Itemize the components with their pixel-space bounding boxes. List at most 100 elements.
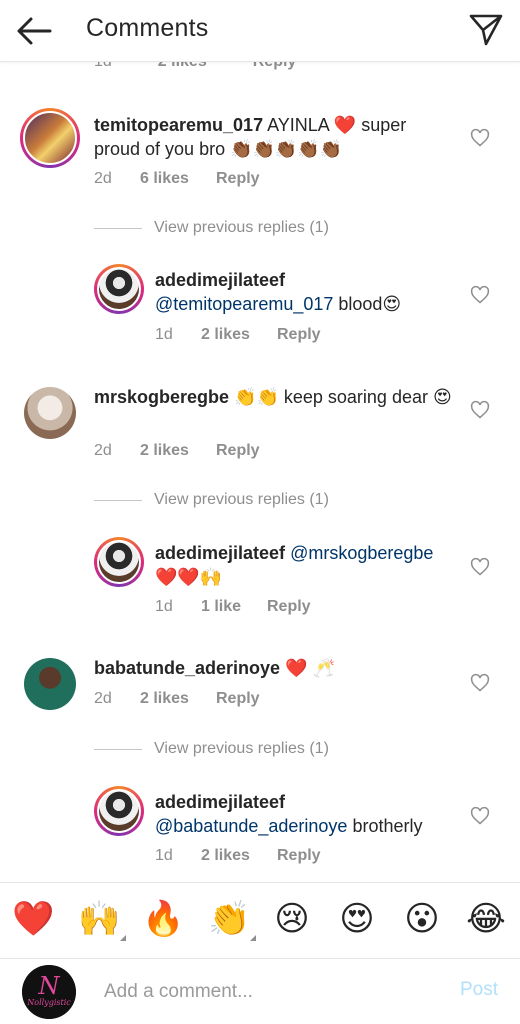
mention-link[interactable]: @mrskogberegbe bbox=[285, 543, 433, 563]
avatar[interactable] bbox=[24, 658, 76, 710]
emoji-clapping-hands[interactable]: 👏 bbox=[208, 899, 256, 941]
view-previous-label: View previous replies (1) bbox=[154, 491, 329, 508]
comment-time: 2d bbox=[94, 442, 112, 459]
heart-outline-icon bbox=[470, 557, 490, 576]
heart-outline-icon bbox=[470, 806, 490, 825]
reply-meta: 1d 2 likes Reply bbox=[155, 847, 321, 865]
comment-composer: N Nollygistic Post bbox=[0, 958, 520, 1024]
reply-link[interactable]: Reply bbox=[277, 847, 321, 865]
emoji-surprised-face[interactable]: 😮 bbox=[402, 899, 442, 939]
view-previous-replies[interactable]: View previous replies (1) bbox=[94, 491, 329, 509]
comment-username[interactable]: temitopearemu_017 bbox=[94, 115, 263, 135]
reply-username[interactable]: adedimejilateef bbox=[155, 270, 285, 290]
comment-time: 2d bbox=[94, 690, 112, 707]
avatar[interactable] bbox=[94, 786, 144, 836]
arrow-left-icon bbox=[17, 17, 52, 45]
emoji-fire[interactable]: 🔥 bbox=[142, 899, 184, 939]
like-button[interactable] bbox=[470, 128, 490, 148]
reply-link[interactable]: Reply bbox=[267, 598, 311, 616]
comment-likes[interactable]: 6 likes bbox=[140, 170, 216, 188]
comment-time: 2d bbox=[94, 170, 112, 187]
reply-meta: 1d 2 likes Reply bbox=[155, 326, 321, 344]
nollygistic-logo: N Nollygistic bbox=[22, 965, 76, 1019]
page-title: Comments bbox=[86, 14, 209, 42]
like-button[interactable] bbox=[470, 673, 490, 693]
avatar-image bbox=[97, 789, 141, 833]
comment-body: 👏👏 keep soaring dear 😍 bbox=[229, 387, 452, 407]
svg-text:Nollygistic: Nollygistic bbox=[26, 998, 71, 1007]
reply-body: blood😍 bbox=[333, 294, 402, 314]
comment-text: temitopearemu_017 AYINLA ❤️ super proud … bbox=[94, 113, 444, 161]
like-button[interactable] bbox=[470, 557, 490, 577]
comment-meta: 2d 2 likes Reply bbox=[94, 442, 260, 460]
avatar-image bbox=[97, 540, 141, 584]
emoji-crying-face[interactable]: 😢 bbox=[272, 899, 312, 939]
skin-tone-indicator bbox=[120, 935, 126, 941]
reply-link[interactable]: Reply bbox=[216, 690, 260, 708]
comment-username[interactable]: babatunde_aderinoye bbox=[94, 658, 280, 678]
view-previous-replies[interactable]: View previous replies (1) bbox=[94, 740, 329, 758]
reply-meta: 1d 1 like Reply bbox=[155, 598, 311, 616]
my-avatar: N Nollygistic bbox=[22, 965, 76, 1019]
avatar[interactable] bbox=[24, 387, 76, 439]
paper-plane-icon bbox=[469, 14, 503, 46]
comment-time: 1d bbox=[155, 326, 173, 343]
like-button[interactable] bbox=[470, 400, 490, 420]
emoji-tears-of-joy[interactable]: 😂 bbox=[466, 899, 506, 939]
comment-likes[interactable]: 2 likes bbox=[140, 690, 216, 708]
svg-text:N: N bbox=[38, 972, 61, 1000]
emoji-raised-hands[interactable]: 🙌 bbox=[78, 899, 126, 941]
reply-link[interactable]: Reply bbox=[216, 170, 260, 188]
avatar[interactable] bbox=[94, 264, 144, 314]
skin-tone-indicator bbox=[250, 935, 256, 941]
reply-link[interactable]: Reply bbox=[216, 442, 260, 460]
avatar-image bbox=[97, 267, 141, 311]
comment-text: mrskogberegbe 👏👏 keep soaring dear 😍 bbox=[94, 385, 454, 409]
mention-link[interactable]: @temitopearemu_017 bbox=[155, 294, 333, 314]
comment-time: 1d bbox=[155, 598, 173, 615]
reply-link[interactable]: Reply bbox=[277, 326, 321, 344]
heart-outline-icon bbox=[470, 285, 490, 304]
back-button[interactable] bbox=[14, 14, 54, 48]
comment-meta: 2d 2 likes Reply bbox=[94, 690, 260, 708]
reply-text: adedimejilateef @babatunde_aderinoye bro… bbox=[155, 790, 475, 838]
reply-body: ❤️❤️🙌 bbox=[155, 567, 223, 587]
comment-likes[interactable]: 2 likes bbox=[140, 442, 216, 460]
share-button[interactable] bbox=[468, 12, 504, 48]
comment-time: 1d bbox=[155, 847, 173, 864]
divider bbox=[94, 748, 142, 750]
heart-outline-icon bbox=[470, 673, 490, 692]
header-bar: Comments bbox=[0, 0, 520, 62]
heart-outline-icon bbox=[470, 400, 490, 419]
view-previous-label: View previous replies (1) bbox=[154, 219, 329, 236]
like-button[interactable] bbox=[470, 806, 490, 826]
emoji-heart-eyes[interactable]: 😍 bbox=[337, 899, 377, 939]
comment-likes[interactable]: 2 likes bbox=[201, 326, 277, 344]
comment-input[interactable] bbox=[104, 977, 424, 1007]
avatar[interactable] bbox=[20, 108, 80, 168]
comment-text: babatunde_aderinoye ❤️ 🥂 bbox=[94, 656, 444, 680]
comment-username[interactable]: mrskogberegbe bbox=[94, 387, 229, 407]
reply-body: brotherly bbox=[347, 816, 423, 836]
post-button[interactable]: Post bbox=[460, 979, 498, 1001]
comment-likes[interactable]: 2 likes bbox=[201, 847, 277, 865]
comment-body: ❤️ 🥂 bbox=[280, 658, 335, 678]
reply-text: adedimejilateef @temitopearemu_017 blood… bbox=[155, 268, 455, 316]
comment-likes[interactable]: 1 like bbox=[201, 598, 267, 616]
view-previous-label: View previous replies (1) bbox=[154, 740, 329, 757]
divider bbox=[94, 499, 142, 501]
emoji-glyph: 🙌 bbox=[78, 900, 121, 938]
reply-username[interactable]: adedimejilateef bbox=[155, 543, 285, 563]
reply-text: adedimejilateef @mrskogberegbe ❤️❤️🙌 bbox=[155, 541, 475, 589]
heart-outline-icon bbox=[470, 128, 490, 147]
view-previous-replies[interactable]: View previous replies (1) bbox=[94, 219, 329, 237]
emoji-heart[interactable]: ❤️ bbox=[12, 899, 54, 939]
emoji-glyph: 👏 bbox=[208, 900, 251, 938]
comment-meta: 2d 6 likes Reply bbox=[94, 170, 260, 188]
mention-link[interactable]: @babatunde_aderinoye bbox=[155, 816, 347, 836]
emoji-quick-bar: ❤️ 🙌 🔥 👏 😢 😍 😮 😂 bbox=[0, 882, 520, 958]
avatar[interactable] bbox=[94, 537, 144, 587]
like-button[interactable] bbox=[470, 285, 490, 305]
avatar-image bbox=[23, 111, 77, 165]
reply-username[interactable]: adedimejilateef bbox=[155, 792, 285, 812]
